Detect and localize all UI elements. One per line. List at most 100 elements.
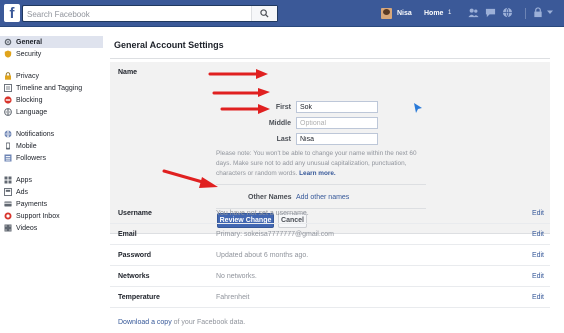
learn-more-link[interactable]: Learn more. [299, 170, 336, 177]
last-name-label: Last [276, 136, 291, 143]
edit-email-link[interactable]: Edit [532, 231, 544, 238]
first-name-field[interactable] [296, 101, 378, 113]
user-name: Nisa [397, 10, 412, 17]
settings-row-value: Updated about 6 months ago. [216, 252, 309, 259]
settings-row-email: Email Primary: sokeisa7777777@gmail.com … [110, 224, 550, 245]
sidebar-item-security[interactable]: Security [0, 48, 103, 60]
last-name-field[interactable] [296, 133, 378, 145]
globe-icon[interactable] [502, 7, 513, 19]
sidebar-item-language[interactable]: Language [0, 106, 103, 118]
lock-icon[interactable] [533, 7, 543, 21]
settings-row-value: Primary: sokeisa7777777@gmail.com [216, 231, 334, 238]
sidebar-group-apps: Apps Ads Payments Support Inbox Videos [0, 174, 103, 234]
edit-password-link[interactable]: Edit [532, 252, 544, 259]
annotation-arrow-review [162, 169, 218, 188]
search-button[interactable] [251, 6, 277, 21]
profile-link[interactable]: Nisa [381, 7, 412, 20]
sidebar-item-blocking[interactable]: Blocking [0, 94, 103, 106]
sidebar-group-notifications: Notifications Mobile Followers [0, 128, 103, 164]
sidebar-item-label: Support Inbox [16, 212, 60, 220]
settings-row-label: Email [118, 231, 137, 238]
settings-list: Username You have not set a username. Ed… [110, 203, 550, 308]
nav-icons [468, 7, 513, 19]
search-icon [260, 9, 269, 18]
settings-row-label: Password [118, 252, 152, 259]
sidebar-item-label: Mobile [16, 142, 37, 150]
sidebar-item-mobile[interactable]: Mobile [0, 140, 103, 152]
settings-sidebar: General Security Privacy Timeline and Ta… [0, 36, 103, 244]
search-box [22, 5, 278, 22]
other-names-divider-top [216, 184, 426, 185]
sidebar-item-label: Notifications [16, 130, 55, 138]
download-suffix: of your Facebook data. [171, 319, 246, 326]
sidebar-item-general[interactable]: General [0, 36, 103, 48]
sidebar-item-apps[interactable]: Apps [0, 174, 103, 186]
payments-icon [3, 200, 12, 209]
annotation-arrow-middle [212, 88, 270, 97]
edit-temperature-link[interactable]: Edit [532, 294, 544, 301]
sidebar-item-label: Ads [16, 188, 29, 196]
settings-row-value: You have not set a username. [216, 210, 309, 217]
ads-icon [3, 188, 12, 197]
add-other-names-link[interactable]: Add other names [296, 194, 349, 201]
sidebar-item-followers[interactable]: Followers [0, 152, 103, 164]
shield-icon [3, 50, 12, 59]
sidebar-item-support-inbox[interactable]: Support Inbox [0, 210, 103, 222]
settings-row-label: Networks [118, 273, 150, 280]
facebook-logo[interactable]: f [4, 4, 20, 22]
edit-networks-link[interactable]: Edit [532, 273, 544, 280]
sidebar-item-label: Security [16, 50, 42, 58]
sidebar-group-account: General Security [0, 36, 103, 60]
download-data-line: Download a copy of your Facebook data. [118, 319, 245, 326]
sidebar-item-videos[interactable]: Videos [0, 222, 103, 234]
middle-name-label: Middle [268, 120, 291, 127]
settings-row-label: Username [118, 210, 152, 217]
download-copy-link[interactable]: Download a copy [118, 319, 172, 326]
blocking-icon [3, 96, 12, 105]
mobile-icon [3, 142, 12, 151]
followers-icon [3, 154, 12, 163]
other-names-label: Other Names [248, 194, 292, 201]
apps-icon [3, 176, 12, 185]
sidebar-item-timeline-and-tagging[interactable]: Timeline and Tagging [0, 82, 103, 94]
sidebar-item-label: Apps [16, 176, 32, 184]
settings-row-networks: Networks No networks. Edit [110, 266, 550, 287]
mouse-cursor-icon [414, 103, 422, 113]
sidebar-item-notifications[interactable]: Notifications [0, 128, 103, 140]
lock-icon [3, 72, 12, 81]
settings-row-value: No networks. [216, 273, 257, 280]
language-icon [3, 108, 12, 117]
top-navigation-bar: f Nisa Home 1 [0, 0, 564, 27]
sidebar-item-ads[interactable]: Ads [0, 186, 103, 198]
edit-username-link[interactable]: Edit [532, 210, 544, 217]
title-divider [110, 58, 550, 59]
sidebar-group-privacy: Privacy Timeline and Tagging Blocking La… [0, 70, 103, 118]
middle-name-field[interactable] [296, 117, 378, 129]
avatar [381, 8, 392, 19]
settings-row-value: Fahrenheit [216, 294, 250, 301]
sidebar-item-label: Privacy [16, 72, 39, 80]
sidebar-item-label: General [16, 38, 43, 46]
videos-icon [3, 224, 12, 233]
sidebar-item-label: Videos [16, 224, 38, 232]
sidebar-item-label: Timeline and Tagging [16, 84, 83, 92]
support-icon [3, 212, 12, 221]
caret-down-icon[interactable] [546, 8, 554, 18]
settings-row-temperature: Temperature Fahrenheit Edit [110, 287, 550, 308]
name-section-label: Name [118, 69, 138, 76]
sidebar-item-label: Blocking [16, 96, 43, 104]
sidebar-item-label: Payments [16, 200, 48, 208]
sidebar-item-payments[interactable]: Payments [0, 198, 103, 210]
gear-icon [3, 38, 12, 47]
search-input[interactable] [27, 8, 252, 20]
messages-icon[interactable] [485, 7, 496, 19]
sidebar-item-privacy[interactable]: Privacy [0, 70, 103, 82]
home-link[interactable]: Home [424, 10, 443, 17]
settings-row-label: Temperature [118, 294, 160, 301]
friends-icon[interactable] [468, 7, 479, 19]
globe-icon [3, 130, 12, 139]
settings-row-username: Username You have not set a username. Ed… [110, 203, 550, 224]
annotation-arrow-last [220, 104, 270, 114]
name-change-note: Please note: You won't be able to change… [216, 149, 431, 179]
nav-divider [525, 8, 526, 19]
